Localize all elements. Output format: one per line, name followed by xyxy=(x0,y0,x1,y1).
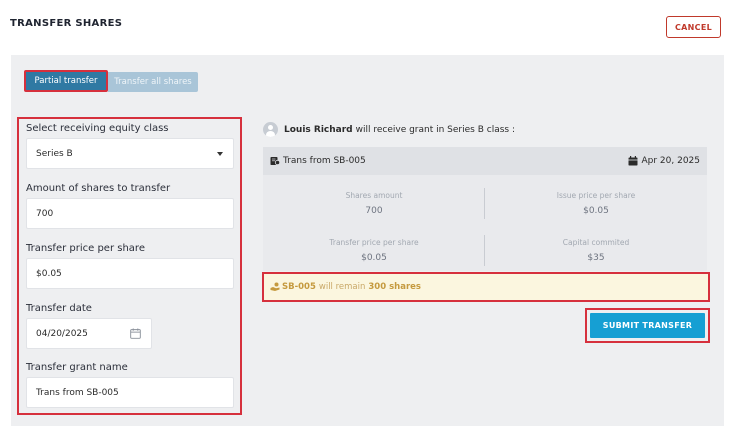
detail-transfer-price: Transfer price per share $0.05 xyxy=(263,238,485,263)
grant-name-label: Transfer grant name xyxy=(26,362,128,373)
detail-label: Transfer price per share xyxy=(329,238,419,247)
grant-name-input[interactable]: Trans from SB-005 xyxy=(26,377,234,408)
tab-transfer-all-shares[interactable]: Transfer all shares xyxy=(108,72,198,92)
detail-value: 700 xyxy=(365,206,383,216)
calendar-icon[interactable] xyxy=(130,328,141,339)
detail-capital-committed: Capital commited $35 xyxy=(485,238,707,263)
detail-shares-amount: Shares amount 700 xyxy=(263,191,485,216)
detail-issue-price: Issue price per share $0.05 xyxy=(485,191,707,216)
equity-class-value: Series B xyxy=(36,148,73,159)
amount-value: 700 xyxy=(36,208,54,219)
person-icon xyxy=(263,122,278,137)
equity-class-label: Select receiving equity class xyxy=(26,123,169,134)
certificate-icon xyxy=(270,157,280,166)
detail-value: $0.05 xyxy=(361,253,387,263)
detail-value: $0.05 xyxy=(583,206,609,216)
date-value: 04/20/2025 xyxy=(36,328,88,339)
detail-label: Shares amount xyxy=(345,191,403,200)
hand-coins-icon xyxy=(270,282,280,291)
submit-transfer-button[interactable]: SUBMIT TRANSFER xyxy=(590,313,705,338)
grant-title-group: Trans from SB-005 xyxy=(270,156,366,166)
cancel-button[interactable]: CANCEL xyxy=(666,16,721,38)
date-input[interactable]: 04/20/2025 xyxy=(26,318,152,349)
detail-value: $35 xyxy=(587,253,605,263)
remain-amount: 300 shares xyxy=(368,282,421,292)
page-title: TRANSFER SHARES xyxy=(10,18,123,29)
amount-input[interactable]: 700 xyxy=(26,198,234,229)
equity-class-select[interactable]: Series B xyxy=(26,138,234,169)
transfer-type-tabs: Partial transfer Transfer all shares xyxy=(24,70,198,92)
recipient-name: Louis Richard xyxy=(284,124,353,135)
price-value: $0.05 xyxy=(36,268,62,279)
submit-wrapper: SUBMIT TRANSFER xyxy=(585,308,710,343)
price-label: Transfer price per share xyxy=(26,243,145,254)
grant-date-group: Apr 20, 2025 xyxy=(628,156,700,166)
tab-partial-transfer[interactable]: Partial transfer xyxy=(24,70,108,92)
recipient-text: will receive grant in Series B class : xyxy=(355,124,515,135)
grant-title: Trans from SB-005 xyxy=(283,156,366,166)
amount-label: Amount of shares to transfer xyxy=(26,183,171,194)
remain-source: SB-005 xyxy=(282,282,316,292)
divider xyxy=(484,188,485,219)
remaining-shares-notice: SB-005 will remain 300 shares xyxy=(262,272,710,302)
recipient-line: Louis Richard will receive grant in Seri… xyxy=(263,122,515,137)
detail-label: Issue price per share xyxy=(556,191,636,200)
divider xyxy=(484,235,485,266)
chevron-down-icon xyxy=(217,152,223,156)
date-label: Transfer date xyxy=(26,303,92,314)
grant-name-value: Trans from SB-005 xyxy=(36,387,119,398)
grant-details: Shares amount 700 Issue price per share … xyxy=(263,175,707,271)
calendar-icon xyxy=(628,156,638,166)
grant-header: Trans from SB-005 Apr 20, 2025 xyxy=(263,147,707,175)
grant-date: Apr 20, 2025 xyxy=(641,156,700,166)
price-input[interactable]: $0.05 xyxy=(26,258,234,289)
remain-middle: will remain xyxy=(318,282,366,292)
detail-label: Capital commited xyxy=(562,238,630,247)
